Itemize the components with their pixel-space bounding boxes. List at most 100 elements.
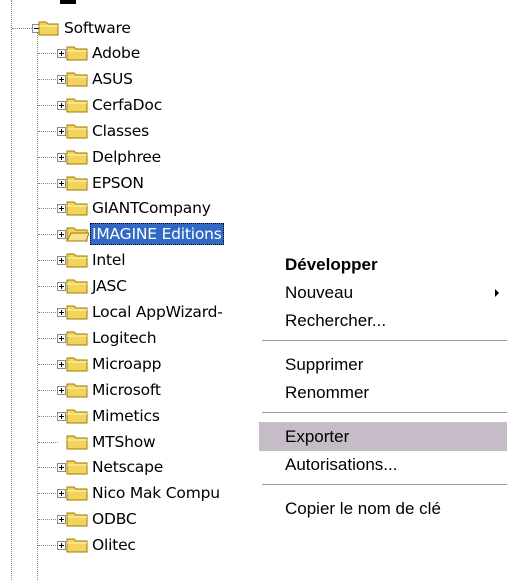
expand-icon[interactable] (57, 101, 66, 110)
tree-connector (38, 519, 58, 520)
expand-icon[interactable] (57, 386, 66, 395)
folder-icon (66, 98, 88, 113)
folder-icon (66, 486, 88, 501)
folder-icon (66, 383, 88, 398)
expand-icon[interactable] (57, 127, 66, 136)
tree-node[interactable]: CerfaDoc (0, 94, 260, 120)
tree-node-label: Mimetics (92, 407, 160, 425)
menu-item-new[interactable]: Nouveau (285, 281, 353, 305)
submenu-arrow-icon (495, 289, 499, 297)
tree-node[interactable]: Netscape (0, 456, 260, 482)
tree-node[interactable]: ODBC (0, 508, 260, 534)
folder-icon (66, 253, 88, 268)
tree-node-label: IMAGINE Editions (90, 223, 224, 245)
menu-item-expand[interactable]: Développer (285, 253, 378, 277)
folder-icon (66, 279, 88, 294)
tree-node-label: EPSON (92, 174, 144, 192)
expand-icon[interactable] (57, 49, 66, 58)
folder-icon (66, 435, 88, 450)
tree-connector (38, 131, 58, 132)
tree-connector (38, 545, 58, 546)
tree-node[interactable]: Intel (0, 249, 260, 275)
tree-node-label: ASUS (92, 70, 133, 88)
tree-connector (38, 53, 58, 54)
folder-icon (66, 124, 88, 139)
tree-node[interactable]: ASUS (0, 68, 260, 94)
tree-node-label: Software (64, 19, 131, 37)
tree-node-label: Microapp (92, 355, 162, 373)
folder-open-icon (38, 21, 59, 36)
folder-icon (66, 150, 88, 165)
tree-connector (38, 208, 58, 209)
expand-icon[interactable] (57, 75, 66, 84)
folder-icon (66, 46, 88, 61)
tree-connector (38, 493, 58, 494)
tree-node[interactable]: Microapp (0, 353, 260, 379)
expand-icon[interactable] (57, 489, 66, 498)
menu-separator (262, 484, 507, 486)
tree-connector (38, 234, 58, 235)
expand-icon[interactable] (57, 230, 66, 239)
tree-node-label: Classes (92, 122, 149, 140)
tree-node[interactable]: MTShow (0, 431, 260, 457)
tree-node[interactable]: Microsoft (0, 379, 260, 405)
folder-icon (66, 176, 88, 191)
tree-node-label: Adobe (92, 44, 141, 62)
tree-node-label: Local AppWizard- (92, 303, 223, 321)
tree-connector (38, 312, 58, 313)
tree-node[interactable]: Adobe (0, 42, 260, 68)
tree-connector (12, 28, 32, 29)
folder-icon (66, 72, 88, 87)
tree-node-label: Intel (92, 251, 126, 269)
tree-node-label: Microsoft (92, 381, 161, 399)
menu-item-rename[interactable]: Renommer (285, 381, 369, 405)
tree-connector (38, 157, 58, 158)
tree-scroll-fragment (60, 0, 76, 4)
expand-icon[interactable] (57, 541, 66, 550)
expand-icon[interactable] (57, 204, 66, 213)
tree-node-label: JASC (92, 277, 127, 295)
menu-item-find[interactable]: Rechercher... (285, 309, 386, 333)
expand-icon[interactable] (57, 256, 66, 265)
expand-icon[interactable] (57, 463, 66, 472)
tree-node[interactable]: Local AppWizard- (0, 301, 260, 327)
menu-separator (262, 340, 507, 342)
expand-icon[interactable] (57, 308, 66, 317)
tree-node[interactable]: Mimetics (0, 405, 260, 431)
expand-icon[interactable] (57, 282, 66, 291)
tree-connector (38, 79, 58, 80)
tree-node[interactable]: Delphree (0, 146, 260, 172)
tree-node-label: Delphree (92, 148, 161, 166)
menu-item-permissions[interactable]: Autorisations... (285, 453, 397, 477)
tree-node[interactable]: Olitec (0, 534, 260, 560)
tree-node-label: Netscape (92, 458, 164, 476)
menu-item-delete[interactable]: Supprimer (285, 353, 363, 377)
expand-icon[interactable] (57, 412, 66, 421)
tree-node[interactable]: Classes (0, 120, 260, 146)
tree-node-label: Logitech (92, 329, 157, 347)
expand-icon[interactable] (57, 360, 66, 369)
tree-node-label: Olitec (92, 536, 136, 554)
tree-node[interactable]: EPSON (0, 172, 260, 198)
tree-node-software[interactable]: Software (0, 17, 200, 43)
expand-icon[interactable] (57, 153, 66, 162)
expand-icon[interactable] (57, 334, 66, 343)
tree-node[interactable]: IMAGINE Editions (0, 223, 260, 249)
tree-connector (38, 183, 58, 184)
tree-node[interactable]: Nico Mak Compu (0, 482, 260, 508)
folder-icon (66, 357, 88, 372)
tree-node[interactable]: Logitech (0, 327, 260, 353)
folder-icon (66, 460, 88, 475)
folder-icon (66, 305, 88, 320)
tree-node-label: Nico Mak Compu (92, 484, 220, 502)
folder-icon (66, 201, 88, 216)
expand-icon[interactable] (57, 179, 66, 188)
menu-item-export[interactable]: Exporter (285, 425, 349, 449)
folder-icon (66, 331, 88, 346)
tree-node[interactable]: GIANTCompany (0, 197, 260, 223)
expand-icon[interactable] (57, 515, 66, 524)
tree-node[interactable]: JASC (0, 275, 260, 301)
menu-item-copy-key-name[interactable]: Copier le nom de clé (285, 497, 441, 521)
tree-node-label: CerfaDoc (92, 96, 163, 114)
tree-connector (38, 467, 58, 468)
